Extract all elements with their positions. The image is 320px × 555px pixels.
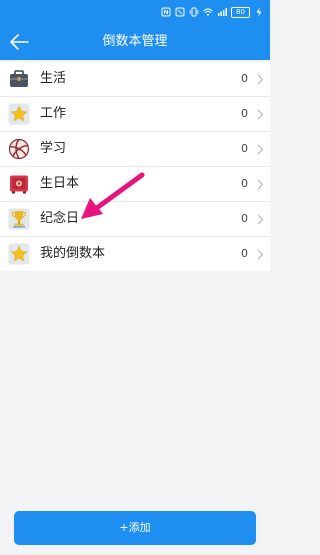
list-item-count: 0 — [241, 247, 248, 260]
chevron-right-icon — [257, 179, 264, 190]
chevron-right-icon — [257, 109, 264, 120]
battery-level: 80 — [236, 7, 245, 16]
list-item-label: 学习 — [40, 141, 67, 156]
list-item-count: 0 — [241, 212, 248, 225]
signal-icon — [218, 8, 227, 16]
volleyball-icon — [8, 138, 30, 160]
list-item-count: 0 — [241, 142, 248, 155]
list-item-work[interactable]: 工作 0 — [0, 97, 270, 132]
bottom-bar: +添加 — [0, 500, 270, 555]
list-item-my-countdown[interactable]: 我的倒数本 0 — [0, 237, 270, 271]
page-title: 倒数本管理 — [102, 34, 168, 49]
list-item-label: 纪念日 — [40, 211, 80, 226]
chevron-right-icon — [257, 249, 264, 260]
safe-box-icon — [10, 175, 28, 194]
chevron-right-icon — [257, 214, 264, 225]
list-item-count: 0 — [241, 107, 248, 120]
wifi-icon — [203, 8, 213, 16]
chevron-right-icon — [257, 144, 264, 155]
list-item-count: 0 — [241, 72, 248, 85]
list-item-label: 生活 — [40, 71, 67, 86]
battery-indicator: 80 — [231, 6, 250, 18]
star-icon — [8, 103, 30, 125]
vibrate-icon — [189, 7, 199, 17]
list-item-count: 0 — [241, 177, 248, 190]
charging-icon — [256, 7, 262, 17]
list-item-anniversary[interactable]: 纪念日 0 — [0, 202, 270, 237]
add-button[interactable]: +添加 — [14, 511, 256, 545]
star-icon — [8, 243, 30, 265]
countdown-book-list: 生活 0 工作 0 学习 0 生日本 0 纪念日 0 我的倒数本 0 — [0, 62, 270, 271]
app-header: 80 倒数本管理 — [0, 0, 270, 60]
trophy-icon — [8, 208, 30, 230]
list-item-life[interactable]: 生活 0 — [0, 62, 270, 97]
list-item-study[interactable]: 学习 0 — [0, 132, 270, 167]
list-item-label: 生日本 — [40, 176, 80, 191]
list-item-label: 工作 — [40, 106, 67, 121]
status-bar: 80 — [0, 0, 270, 24]
chevron-right-icon — [257, 74, 264, 85]
list-item-birthday[interactable]: 生日本 0 — [0, 167, 270, 202]
nav-bar: 倒数本管理 — [0, 24, 270, 60]
mute-icon — [175, 7, 185, 17]
nfc-icon — [161, 7, 171, 17]
list-item-label: 我的倒数本 — [40, 246, 106, 261]
briefcase-icon — [10, 70, 28, 87]
status-icons: 80 — [161, 5, 264, 19]
